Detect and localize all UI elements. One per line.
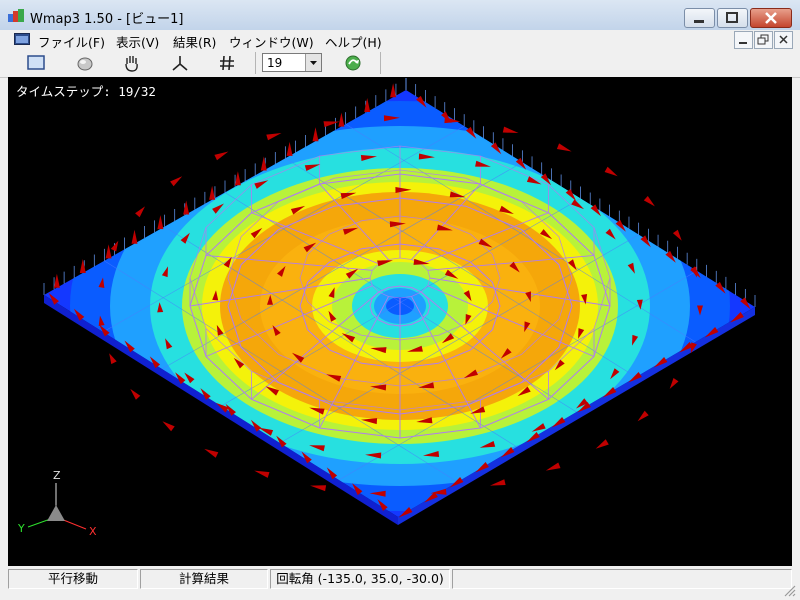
toolbar-separator xyxy=(255,52,256,74)
doc-restore-button[interactable] xyxy=(754,31,773,49)
velocity-arrow xyxy=(214,151,229,161)
velocity-arrow xyxy=(502,126,519,133)
axes-icon xyxy=(172,56,188,71)
fit-view-icon xyxy=(27,55,45,70)
axis-y-label: Y xyxy=(17,522,25,535)
velocity-arrow xyxy=(234,171,241,186)
close-icon xyxy=(779,35,788,44)
timestep-label: タイムステップ: 19/32 xyxy=(16,84,156,99)
velocity-arrow xyxy=(183,200,190,215)
simulation-plot[interactable]: Z Y X xyxy=(8,77,792,566)
velocity-arrow xyxy=(105,244,112,259)
menu-bar: ファイル(F) 表示(V) 結果(R) ウィンドウ(W) ヘルプ(H) xyxy=(0,30,800,50)
maximize-button[interactable] xyxy=(717,8,748,28)
toolbar-separator xyxy=(380,52,381,74)
fit-view-button[interactable] xyxy=(24,52,48,74)
document-window-icon[interactable] xyxy=(14,33,30,45)
status-mode: 平行移動 xyxy=(8,569,138,589)
grid-button[interactable] xyxy=(215,52,239,74)
step-forward-icon xyxy=(345,55,361,71)
minimize-icon xyxy=(694,20,704,23)
window-title: Wmap3 1.50 - [ビュー1] xyxy=(30,12,184,27)
close-button[interactable] xyxy=(750,8,792,28)
velocity-arrow xyxy=(266,133,282,141)
velocity-arrow xyxy=(390,83,397,98)
pan-button[interactable] xyxy=(120,52,144,74)
velocity-arrow xyxy=(672,229,682,241)
pan-hand-icon xyxy=(125,56,138,72)
velocity-arrow xyxy=(53,273,60,288)
axis-x-label: X xyxy=(89,525,97,538)
axes-button[interactable] xyxy=(168,52,192,74)
velocity-arrow xyxy=(110,240,119,252)
minimize-button[interactable] xyxy=(684,8,715,28)
velocity-arrow xyxy=(310,485,327,492)
rotate-view-button[interactable] xyxy=(73,52,97,74)
velocity-arrow xyxy=(338,112,345,127)
velocity-arrow xyxy=(643,196,655,207)
velocity-arrow xyxy=(286,141,293,156)
status-panel: 計算結果 xyxy=(140,569,268,589)
grid-hash-icon xyxy=(220,55,234,71)
doc-close-button[interactable] xyxy=(774,31,793,49)
velocity-arrow xyxy=(209,185,216,200)
velocity-arrow xyxy=(604,166,618,177)
velocity-arrow xyxy=(595,439,609,449)
velocity-arrow xyxy=(157,215,164,230)
axes-origin-cone xyxy=(47,505,65,521)
doc-minimize-button[interactable] xyxy=(734,31,753,49)
title-bar: Wmap3 1.50 - [ビュー1] xyxy=(0,0,800,31)
maximize-icon xyxy=(726,12,738,23)
rotate-view-icon xyxy=(77,57,93,71)
velocity-arrow xyxy=(323,121,340,128)
toolbar: 19 xyxy=(0,49,800,78)
step-forward-button[interactable] xyxy=(341,52,365,74)
velocity-arrow xyxy=(79,259,86,273)
velocity-arrow xyxy=(364,98,371,112)
minimize-icon xyxy=(739,42,747,44)
restore-icon xyxy=(757,34,769,45)
status-empty xyxy=(452,569,792,589)
timestep-select-value: 19 xyxy=(267,56,283,70)
timestep-select[interactable]: 19 xyxy=(262,53,322,72)
timestep-dropdown-arrow[interactable] xyxy=(305,54,321,71)
velocity-arrow xyxy=(669,378,679,389)
velocity-arrow xyxy=(170,176,183,187)
velocity-arrow xyxy=(254,470,270,478)
velocity-arrow xyxy=(490,479,506,486)
chevron-down-icon xyxy=(310,61,317,65)
velocity-arrow xyxy=(162,421,175,432)
velocity-arrow xyxy=(109,353,117,365)
velocity-arrow xyxy=(312,127,319,142)
velocity-arrow xyxy=(637,410,649,422)
window-controls xyxy=(682,8,792,28)
axis-z-label: Z xyxy=(53,469,61,482)
velocity-arrow xyxy=(130,388,141,400)
status-rotation: 回転角 (-135.0, 35.0, -30.0) xyxy=(270,569,450,589)
velocity-arrow xyxy=(545,462,561,471)
app-icon xyxy=(8,9,24,22)
3d-viewport[interactable]: Z Y X タイムステップ: 19/32 xyxy=(8,77,792,566)
velocity-arrow xyxy=(260,156,267,171)
velocity-arrow xyxy=(135,206,145,218)
velocity-arrow xyxy=(131,229,138,244)
status-bar: 平行移動 計算結果 回転角 (-135.0, 35.0, -30.0) xyxy=(0,567,800,600)
velocity-arrow xyxy=(556,143,572,152)
velocity-arrow xyxy=(204,448,219,458)
close-icon xyxy=(765,12,777,24)
resize-grip-icon[interactable] xyxy=(782,583,796,597)
